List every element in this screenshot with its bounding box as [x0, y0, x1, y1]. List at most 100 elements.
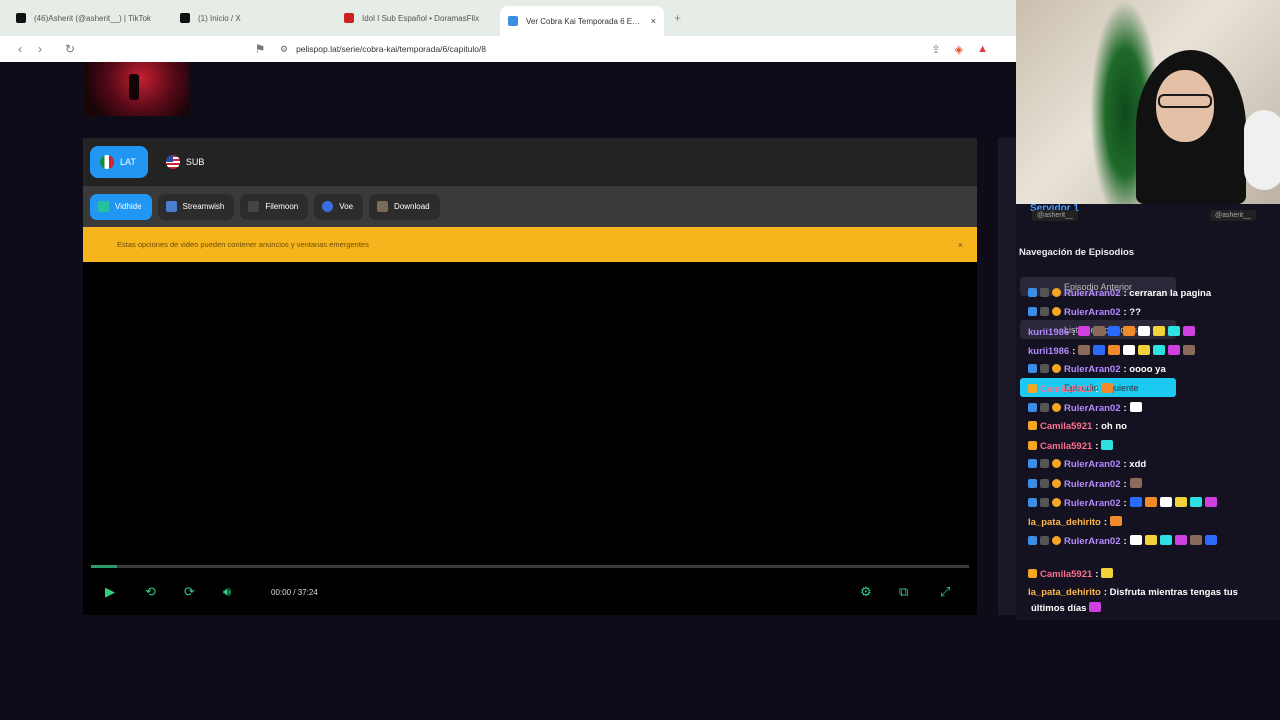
chat-badge-icon	[1028, 569, 1037, 578]
chat-username[interactable]: la_pata_dehirito	[1028, 587, 1101, 598]
rewards-icon[interactable]: ▲	[977, 43, 988, 56]
chat-message: RulerAran02: cerraran la pagina	[1028, 288, 1211, 299]
server-label: Filemoon	[265, 202, 299, 211]
chat-emote-icon	[1123, 326, 1136, 336]
pip-icon[interactable]: ⧉	[899, 584, 908, 600]
volume-icon[interactable]: 🔊︎	[223, 584, 231, 600]
server-button[interactable]: Streamwish	[157, 193, 235, 220]
chat-username[interactable]: RulerAran02	[1064, 364, 1121, 375]
close-tab-icon[interactable]: ×	[651, 16, 656, 26]
settings-icon[interactable]: ⚙	[860, 584, 872, 600]
chat-username[interactable]: Camila5921	[1040, 441, 1092, 452]
chat-username[interactable]: RulerAran02	[1064, 288, 1121, 299]
progress-bar[interactable]	[91, 565, 969, 568]
server-button[interactable]: Filemoon	[240, 193, 309, 220]
chat-badge-icon	[1028, 498, 1037, 507]
server-logo-icon	[248, 201, 260, 212]
chat-emote-icon	[1129, 478, 1142, 488]
language-button-mx[interactable]: LAT	[90, 146, 148, 178]
forward-10-icon[interactable]: ⟳	[184, 584, 195, 600]
chat-username[interactable]: kurii1986	[1028, 346, 1069, 357]
chat-emote-icon	[1153, 345, 1166, 355]
chat-badge-icon	[1040, 364, 1049, 373]
server-label: Vidhide	[115, 202, 142, 211]
chat-badge-icon	[1028, 421, 1037, 430]
chat-text: :	[1095, 569, 1099, 580]
back-icon[interactable]: ‹	[10, 42, 30, 56]
server-button[interactable]: Voe	[314, 193, 364, 220]
flag-mx-icon	[100, 155, 114, 169]
address-bar: ‹ › ↻ ⚑ ⚙ pelispop.lat/serie/cobra-kai/t…	[0, 36, 1016, 62]
chat-badge-icon	[1028, 536, 1037, 545]
reload-icon[interactable]: ↻	[60, 42, 80, 56]
chat-badge-icon	[1040, 403, 1049, 412]
chat-emote-icon	[1129, 497, 1142, 507]
language-label: LAT	[120, 157, 136, 167]
chat-username[interactable]: RulerAran02	[1064, 498, 1121, 509]
tab-label: Idol I Sub Español • DoramasFlix	[362, 13, 480, 23]
chat-message: la_pata_dehirito: Disfruta mientras teng…	[1028, 587, 1238, 598]
chat-text: : oh no	[1095, 421, 1127, 432]
series-thumbnail[interactable]	[83, 62, 189, 116]
chat-username[interactable]: RulerAran02	[1064, 307, 1121, 318]
chat-text: :	[1095, 441, 1099, 452]
webcam-overlay	[1016, 0, 1280, 204]
chat-message: RulerAran02:	[1028, 497, 1217, 509]
chat-text: : xdd	[1123, 459, 1147, 470]
video-player: LAT SUB Vidhide Streamwish Filemoon Voe Downl…	[83, 138, 977, 615]
chat-emote-icon	[1129, 535, 1142, 545]
chat-username[interactable]: Camila5921	[1040, 421, 1092, 432]
chat-username[interactable]: RulerAran02	[1064, 479, 1121, 490]
chat-emote-icon	[1159, 535, 1172, 545]
chat-message: kurii1986:	[1028, 345, 1196, 357]
chat-text: :	[1072, 346, 1076, 357]
chat-badge-icon	[1052, 364, 1061, 373]
browser-tab[interactable]: Ver Cobra Kai Temporada 6 Episo ×	[500, 6, 664, 36]
browser-tab[interactable]: (1) Inicio / X	[172, 4, 336, 32]
server-logo-icon	[322, 201, 334, 212]
chat-username[interactable]: RulerAran02	[1064, 459, 1121, 470]
chat-emote-icon	[1168, 345, 1181, 355]
language-button-us[interactable]: SUB	[156, 146, 217, 178]
chat-username[interactable]: RulerAran02	[1064, 403, 1121, 414]
new-tab-button[interactable]: +	[674, 11, 681, 25]
video-area[interactable]: ▶ ⟲ ⟳ 🔊︎ 00:00 / 37:24 ⚙ ⧉ ⤢	[83, 262, 977, 615]
chat-username[interactable]: Camila5921	[1040, 569, 1092, 580]
server-button[interactable]: Download	[369, 193, 440, 220]
bookmark-icon[interactable]: ⚑	[250, 42, 270, 56]
close-warning-icon[interactable]: ×	[958, 240, 963, 250]
rewind-10-icon[interactable]: ⟲	[145, 584, 156, 600]
site-info-icon[interactable]: ⚙	[280, 44, 288, 55]
chat-badge-icon	[1052, 307, 1061, 316]
browser-tab[interactable]: Idol I Sub Español • DoramasFlix	[336, 4, 500, 32]
server-logo-icon	[165, 201, 177, 212]
time-total: 37:24	[297, 587, 318, 597]
chat-username[interactable]: kurii1986	[1028, 327, 1069, 338]
share-icon[interactable]: ⇪	[931, 43, 940, 56]
chat-username[interactable]: RulerAran02	[1064, 536, 1121, 547]
browser-tab[interactable]: (46)Asherit (@asherit__) | TikTok	[8, 4, 172, 32]
episode-nav-title: Navegación de Episodios	[1019, 247, 1135, 258]
fullscreen-icon[interactable]: ⤢	[940, 584, 950, 600]
plush-toy	[1244, 110, 1280, 190]
chat-badge-icon	[1052, 479, 1061, 488]
server-button[interactable]: Vidhide	[90, 193, 152, 220]
chat-emote-icon	[1089, 602, 1102, 612]
url-field[interactable]: ⚙ pelispop.lat/serie/cobra-kai/temporada…	[280, 44, 486, 55]
url-text: pelispop.lat/serie/cobra-kai/temporada/6…	[296, 44, 487, 54]
chat-emote-icon	[1108, 326, 1121, 336]
tab-favicon-icon	[180, 13, 190, 23]
brave-shield-icon[interactable]: ◈	[955, 43, 963, 56]
forward-icon[interactable]: ›	[30, 42, 50, 56]
time-display: 00:00 / 37:24	[271, 588, 318, 597]
browser-tabbar: (46)Asherit (@asherit__) | TikTok (1) Ini…	[0, 0, 1016, 36]
chat-badge-icon	[1028, 479, 1037, 488]
play-icon[interactable]: ▶	[105, 584, 115, 600]
tab-label: (46)Asherit (@asherit__) | TikTok	[34, 13, 151, 23]
chat-emote-icon	[1189, 497, 1202, 507]
server-label: Voe	[339, 202, 354, 211]
chat-username[interactable]: Camila5921	[1040, 384, 1092, 395]
chat-message: Camila5921:	[1028, 383, 1114, 395]
chat-emote-icon	[1123, 345, 1136, 355]
chat-username[interactable]: la_pata_dehirito	[1028, 517, 1101, 528]
